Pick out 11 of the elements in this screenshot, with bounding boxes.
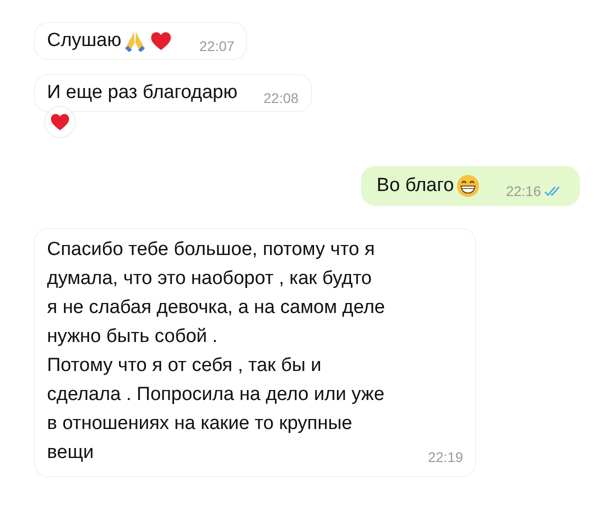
message-time: 22:16 xyxy=(506,183,541,199)
message-text: Во благо xyxy=(376,175,454,197)
message-text: И еще раз благодарю xyxy=(47,82,238,104)
message-time: 22:07 xyxy=(199,38,234,54)
message-text: Спасибо тебе большое, потому что я думала, что это наоборот , как будто я не слабая девочка, а на самом деле нужно быть собой . Потому что я от себя , так бы и сделала . Попросила на дело или уже в отношениях на какие то крупные вещи xyxy=(47,239,385,463)
heart-icon xyxy=(49,111,71,133)
grinning-face-icon xyxy=(456,174,480,198)
message-text: Слушаю xyxy=(47,30,122,52)
message-time: 22:19 xyxy=(428,448,463,467)
heart-icon xyxy=(149,29,174,53)
message-time: 22:08 xyxy=(264,90,299,106)
